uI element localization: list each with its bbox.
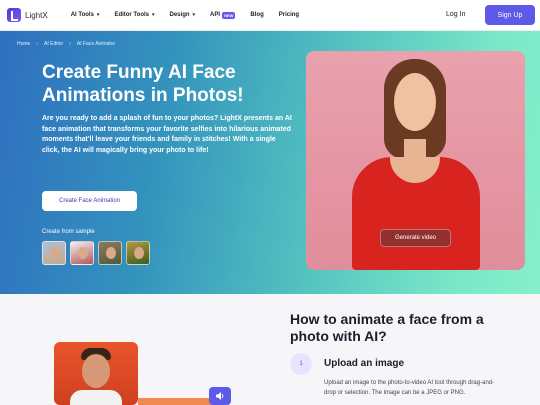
hero-photo: Generate video (306, 51, 525, 270)
new-badge: NEW (222, 11, 236, 19)
main-menu: AI Tools ▾ Editor Tools ▾ Design ▾ API N… (71, 11, 314, 19)
body-shape (70, 390, 122, 405)
how-to-section: How to animate a face from a photo with … (0, 294, 540, 405)
menu-item-label: Editor Tools (114, 12, 149, 18)
sample-thumbnail-2[interactable] (70, 241, 94, 265)
menu-item-label: Blog (250, 12, 264, 18)
create-face-animation-button[interactable]: Create Face Animation (42, 191, 137, 211)
breadcrumb-current: AI Face Animator (76, 41, 116, 47)
login-link[interactable]: Log In (446, 11, 465, 18)
signup-button[interactable]: Sign Up (485, 5, 535, 25)
breadcrumb-home[interactable]: Home (17, 41, 30, 47)
logo[interactable]: LightX (7, 8, 48, 22)
sample-label: Create from sample (42, 229, 95, 235)
chevron-down-icon: ▾ (192, 12, 196, 18)
menu-item-pricing[interactable]: Pricing (279, 12, 299, 18)
hero-description: Are you ready to add a splash of fun to … (42, 115, 292, 154)
sound-button[interactable] (209, 387, 231, 405)
menu-item-design[interactable]: Design ▾ (170, 12, 196, 18)
face-shape (106, 247, 116, 259)
chevron-down-icon: ▾ (152, 12, 155, 18)
lightx-logo-icon (7, 8, 21, 22)
chevron-down-icon: ▾ (96, 12, 100, 18)
menu-item-api[interactable]: API NEW (210, 11, 236, 19)
face-shape (78, 247, 88, 259)
menu-item-editor-tools[interactable]: Editor Tools ▾ (114, 12, 154, 18)
menu-item-blog[interactable]: Blog (250, 12, 263, 18)
step-description: Upload an image to the photo-to-video AI… (324, 380, 495, 396)
menu-item-label: API (210, 12, 221, 18)
face-shape (50, 247, 60, 259)
speaker-icon (216, 392, 224, 400)
menu-item-label: Pricing (278, 12, 300, 18)
sample-thumbnail-1[interactable] (42, 241, 66, 265)
sample-thumbnail-4[interactable] (126, 241, 150, 265)
menu-item-label: AI Tools (70, 12, 94, 18)
how-to-title: How to animate a face from a photo with … (290, 311, 484, 344)
head-shape (394, 73, 436, 131)
chevron-right-icon: › (69, 41, 71, 47)
sample-thumbnails (42, 241, 154, 265)
logo-text: LightX (25, 10, 48, 20)
step-title: Upload an image (324, 358, 405, 369)
step-number-badge: 1 (290, 353, 312, 375)
page-title: Create Funny AI Face Animations in Photo… (42, 62, 244, 106)
head-shape (82, 354, 110, 388)
generate-video-button[interactable]: Generate video (380, 229, 451, 247)
demo-strip (138, 398, 212, 405)
demo-image (54, 342, 138, 405)
face-shape (134, 247, 144, 259)
menu-item-label: Design (169, 12, 190, 18)
top-nav: LightX AI Tools ▾ Editor Tools ▾ Design … (0, 0, 540, 31)
breadcrumb-ai-editor[interactable]: AI Editor (44, 41, 63, 47)
breadcrumb: Home › AI Editor › AI Face Animator (17, 41, 115, 47)
menu-item-ai-tools[interactable]: AI Tools ▾ (71, 12, 100, 18)
chevron-right-icon: › (36, 41, 39, 47)
sample-thumbnail-3[interactable] (98, 241, 122, 265)
